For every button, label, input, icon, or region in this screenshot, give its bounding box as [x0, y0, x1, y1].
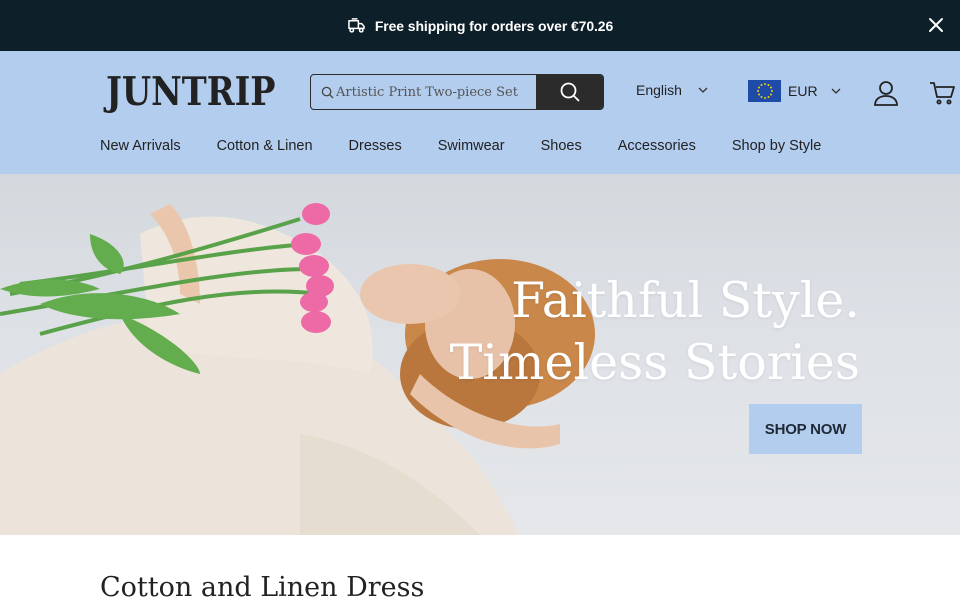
search-field[interactable] [311, 75, 536, 109]
hero-title: Faithful Style. Timeless Stories [450, 270, 860, 394]
site-logo[interactable]: JUNTRIP [106, 69, 276, 115]
account-icon[interactable] [872, 79, 900, 107]
truck-icon [348, 18, 365, 33]
search-icon [560, 82, 580, 102]
nav-item-shop-by-style[interactable]: Shop by Style [732, 138, 821, 154]
nav-item-shoes[interactable]: Shoes [541, 138, 582, 154]
nav-item-new-arrivals[interactable]: New Arrivals [100, 138, 181, 154]
currency-label: EUR [788, 83, 818, 99]
language-selector[interactable]: English [636, 82, 708, 98]
section-title: Cotton and Linen Dress [100, 572, 425, 600]
chevron-down-icon [698, 87, 708, 93]
cart-icon[interactable] [928, 79, 956, 107]
announcement-content: Free shipping for orders over €70.26 [0, 0, 960, 51]
search-bar [310, 74, 604, 110]
close-icon[interactable] [926, 15, 946, 35]
nav-item-cotton-linen[interactable]: Cotton & Linen [217, 138, 313, 154]
hero-title-line-1: Faithful Style. [511, 272, 860, 329]
language-label: English [636, 82, 682, 98]
eu-flag-icon [748, 80, 781, 102]
search-button[interactable] [536, 75, 603, 109]
announcement-text: Free shipping for orders over €70.26 [374, 17, 614, 34]
main-nav: New Arrivals Cotton & Linen Dresses Swim… [100, 138, 821, 154]
nav-item-accessories[interactable]: Accessories [618, 138, 696, 154]
shop-now-button[interactable]: SHOP NOW [749, 404, 862, 454]
nav-item-swimwear[interactable]: Swimwear [438, 138, 505, 154]
hero-banner[interactable]: Faithful Style. Timeless Stories SHOP NO… [0, 174, 960, 535]
currency-selector[interactable]: EUR [748, 80, 841, 102]
chevron-down-icon [831, 88, 841, 94]
nav-item-dresses[interactable]: Dresses [349, 138, 402, 154]
hero-title-line-2: Timeless Stories [449, 334, 860, 391]
site-header: JUNTRIP English [0, 51, 960, 174]
search-input[interactable] [336, 84, 536, 100]
announcement-bar: Free shipping for orders over €70.26 [0, 0, 960, 51]
search-small-icon [321, 86, 334, 99]
